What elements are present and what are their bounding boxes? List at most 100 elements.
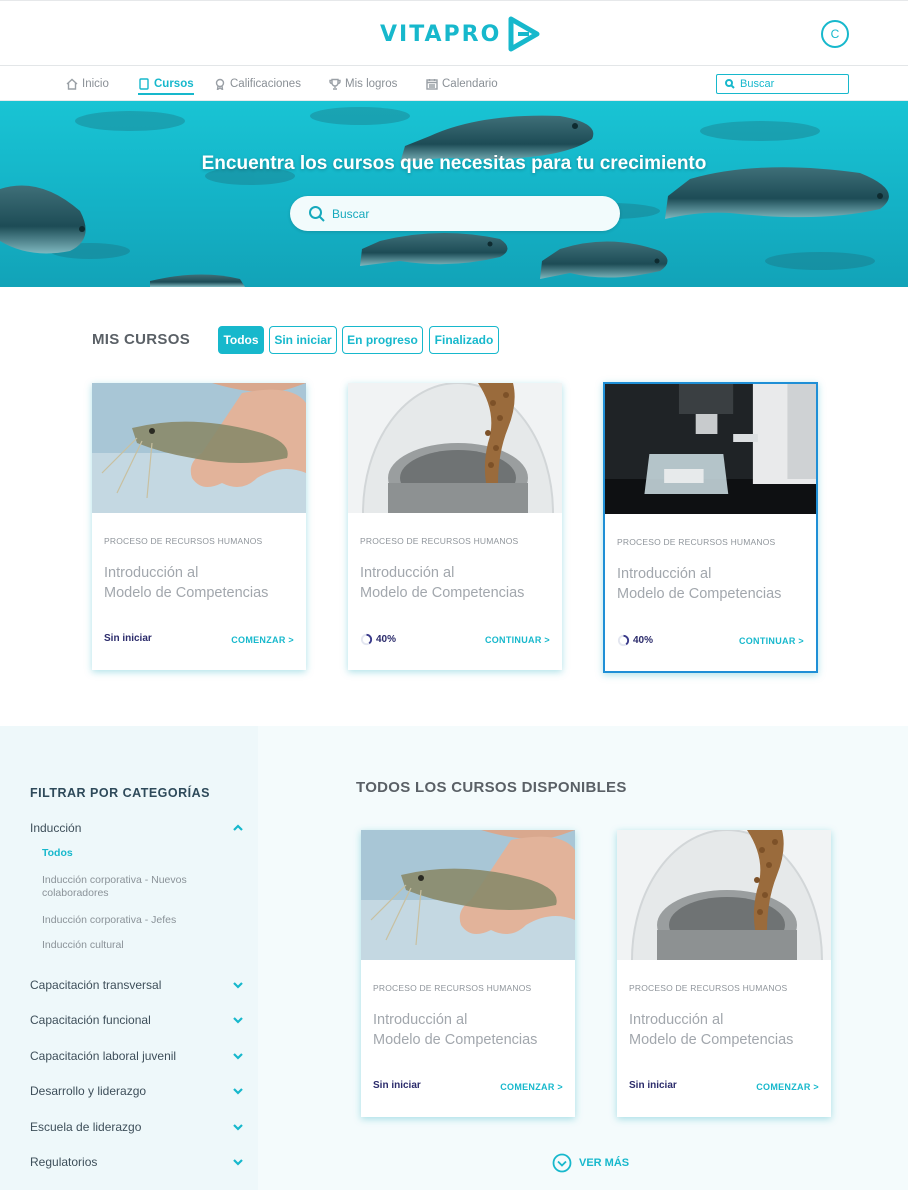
nav-search-input[interactable]	[740, 78, 840, 90]
continue-button[interactable]: CONTINUAR >	[485, 635, 550, 645]
lab-image	[605, 384, 816, 514]
card-title-line: Introducción al	[104, 565, 199, 581]
start-button[interactable]: COMENZAR >	[756, 1082, 819, 1092]
hero-banner: Encuentra los cursos que necesitas para …	[0, 101, 908, 287]
see-more-label: VER MÁS	[579, 1157, 630, 1169]
course-card[interactable]: PROCESO DE RECURSOS HUMANOS Introducción…	[348, 383, 562, 670]
card-title-line: Introducción al	[360, 565, 455, 581]
card-category: PROCESO DE RECURSOS HUMANOS	[629, 983, 788, 993]
category-label: Inducción	[30, 821, 82, 835]
nav-label: Cursos	[154, 77, 194, 90]
category-label: Escuela de liderazgo	[30, 1120, 142, 1134]
progress-ring-icon	[617, 634, 630, 647]
hero-title: Encuentra los cursos que necesitas para …	[201, 153, 707, 174]
card-body: PROCESO DE RECURSOS HUMANOS Introducción…	[605, 514, 816, 671]
calendar-icon	[426, 78, 438, 90]
card-title-line: Modelo de Competencias	[629, 1032, 794, 1048]
continue-button[interactable]: CONTINUAR >	[739, 636, 804, 646]
hero-search-box[interactable]	[290, 196, 620, 231]
status-text: Sin iniciar	[104, 633, 152, 644]
feed-image	[348, 383, 562, 513]
shrimp-image	[92, 383, 306, 513]
filter-en-progreso[interactable]: En progreso	[342, 326, 423, 354]
card-body: PROCESO DE RECURSOS HUMANOS Introducción…	[617, 960, 831, 1117]
chevron-down-icon	[233, 1159, 243, 1166]
nav-item-inicio[interactable]: Inicio	[66, 66, 109, 101]
card-body: PROCESO DE RECURSOS HUMANOS Introducción…	[92, 513, 306, 670]
card-category: PROCESO DE RECURSOS HUMANOS	[373, 983, 532, 993]
card-title: Introducción al Modelo de Competencias	[360, 563, 550, 603]
chevron-down-icon	[233, 1053, 243, 1060]
vitapro-logo[interactable]: VITAPRO	[380, 16, 541, 52]
badge-icon	[215, 78, 225, 90]
nav-search-box[interactable]	[716, 74, 849, 94]
card-category: PROCESO DE RECURSOS HUMANOS	[104, 536, 263, 546]
subcategory-nuevos-colaboradores[interactable]: Inducción corporativa - Nuevos colaborad…	[42, 874, 222, 900]
main-nav: Inicio Cursos Calificaciones Mis logros …	[0, 66, 908, 101]
see-more-button[interactable]: VER MÁS	[552, 1153, 629, 1173]
status-text: 40%	[633, 635, 654, 646]
filter-sin-iniciar[interactable]: Sin iniciar	[269, 326, 337, 354]
hero-search-input[interactable]	[332, 206, 592, 221]
card-title-line: Modelo de Competencias	[104, 585, 269, 601]
card-body: PROCESO DE RECURSOS HUMANOS Introducción…	[348, 513, 562, 670]
card-title: Introducción al Modelo de Competencias	[373, 1010, 563, 1050]
card-category: PROCESO DE RECURSOS HUMANOS	[617, 537, 776, 547]
shrimp-image	[361, 830, 575, 960]
chevron-up-icon	[233, 824, 243, 831]
trophy-icon	[329, 78, 341, 90]
category-label: Capacitación transversal	[30, 978, 162, 992]
card-title-line: Introducción al	[629, 1012, 724, 1028]
card-title: Introducción al Modelo de Competencias	[104, 563, 294, 603]
course-card[interactable]: PROCESO DE RECURSOS HUMANOS Introducción…	[92, 383, 306, 670]
card-title-line: Introducción al	[617, 566, 712, 582]
card-title-line: Modelo de Competencias	[617, 586, 782, 602]
course-card[interactable]: PROCESO DE RECURSOS HUMANOS Introducción…	[617, 830, 831, 1117]
card-title-line: Introducción al	[373, 1012, 468, 1028]
category-capacitacion-funcional[interactable]: Capacitación funcional	[30, 1011, 244, 1029]
top-header: VITAPRO C	[0, 0, 908, 66]
start-button[interactable]: COMENZAR >	[231, 635, 294, 645]
all-courses-title: TODOS LOS CURSOS DISPONIBLES	[356, 779, 627, 796]
nav-item-calendario[interactable]: Calendario	[426, 66, 498, 101]
subcategory-todos[interactable]: Todos	[42, 847, 222, 860]
card-category: PROCESO DE RECURSOS HUMANOS	[360, 536, 519, 546]
category-desarrollo-liderazgo[interactable]: Desarrollo y liderazgo	[30, 1082, 244, 1100]
nav-label: Inicio	[82, 77, 109, 90]
filter-todos[interactable]: Todos	[218, 326, 264, 354]
book-icon	[139, 77, 149, 90]
nav-item-mis-logros[interactable]: Mis logros	[329, 66, 397, 101]
filter-finalizado[interactable]: Finalizado	[429, 326, 499, 354]
card-title: Introducción al Modelo de Competencias	[629, 1010, 819, 1050]
category-escuela-liderazgo[interactable]: Escuela de liderazgo	[30, 1118, 244, 1136]
status-text: Sin iniciar	[373, 1080, 421, 1091]
search-icon	[725, 79, 735, 89]
app-root: VITAPRO C Inicio Cursos Calificaciones M…	[0, 0, 908, 1190]
home-icon	[66, 78, 78, 90]
category-capacitacion-transversal[interactable]: Capacitación transversal	[30, 976, 244, 994]
feed-image	[617, 830, 831, 960]
card-title: Introducción al Modelo de Competencias	[617, 564, 807, 604]
subcategory-jefes[interactable]: Inducción corporativa - Jefes	[42, 914, 222, 927]
nav-item-cursos[interactable]: Cursos	[138, 66, 194, 101]
fish-background-image	[0, 107, 889, 287]
start-button[interactable]: COMENZAR >	[500, 1082, 563, 1092]
chevron-down-icon	[233, 1017, 243, 1024]
subcategory-cultural[interactable]: Inducción cultural	[42, 939, 222, 952]
user-avatar[interactable]: C	[821, 20, 849, 48]
category-induccion[interactable]: Inducción	[30, 819, 244, 837]
course-card[interactable]: PROCESO DE RECURSOS HUMANOS Introducción…	[361, 830, 575, 1117]
card-status: Sin iniciar	[373, 1080, 421, 1091]
course-card[interactable]: PROCESO DE RECURSOS HUMANOS Introducción…	[603, 382, 818, 673]
nav-item-calificaciones[interactable]: Calificaciones	[214, 66, 301, 101]
category-label: Capacitación laboral juvenil	[30, 1049, 177, 1063]
category-regulatorios[interactable]: Regulatorios	[30, 1153, 244, 1171]
chevron-down-icon	[233, 1088, 243, 1095]
logo-mark-icon	[508, 16, 540, 52]
chevron-circle-down-icon	[552, 1153, 572, 1173]
category-capacitacion-laboral-juvenil[interactable]: Capacitación laboral juvenil	[30, 1047, 244, 1065]
progress-ring-icon	[360, 633, 373, 646]
nav-label: Mis logros	[345, 77, 398, 90]
nav-label: Calendario	[442, 77, 498, 90]
search-icon	[309, 205, 325, 222]
